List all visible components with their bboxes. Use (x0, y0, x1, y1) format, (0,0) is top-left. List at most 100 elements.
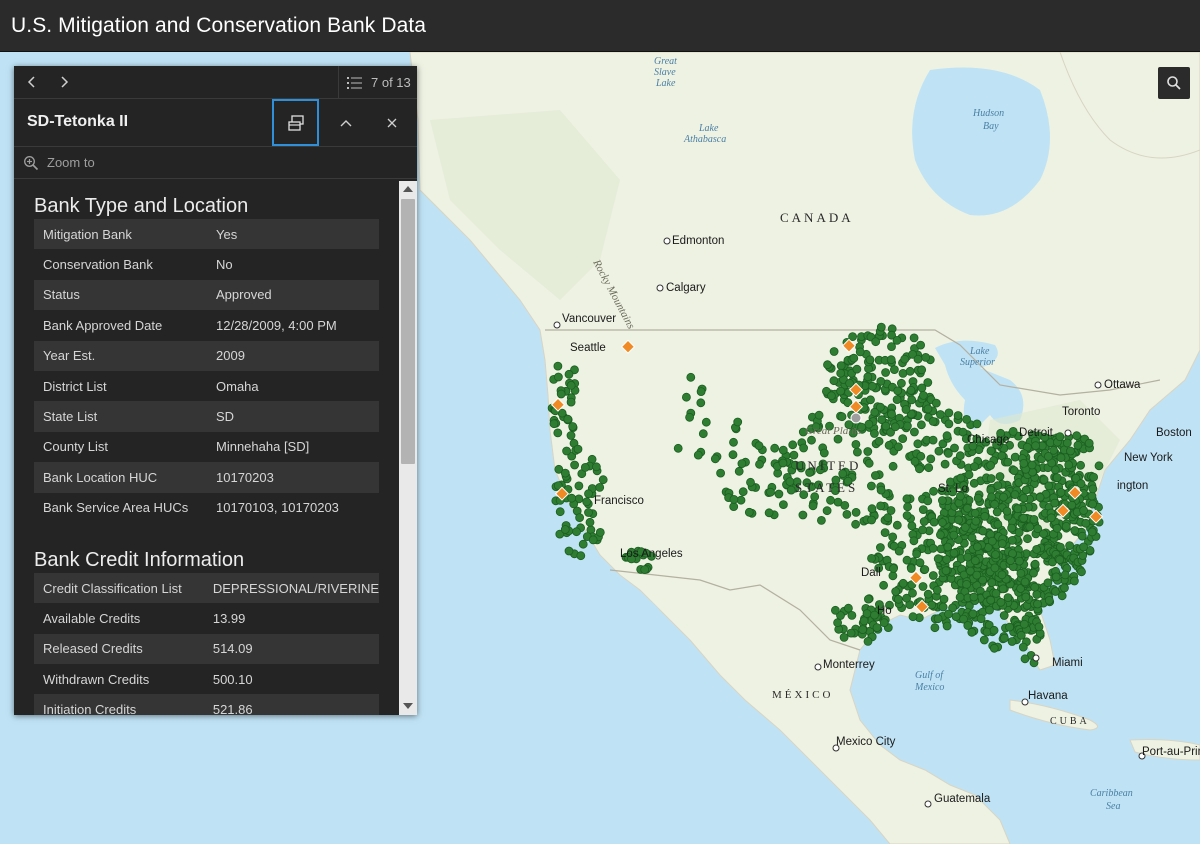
bank-point[interactable] (1052, 473, 1062, 483)
bank-point[interactable] (846, 628, 856, 638)
bank-point[interactable] (852, 364, 862, 374)
bank-point[interactable] (1050, 498, 1060, 508)
bank-point[interactable] (840, 500, 850, 510)
bank-point[interactable] (1062, 438, 1072, 448)
collapse-button[interactable] (334, 111, 358, 135)
bank-point[interactable] (930, 623, 940, 633)
bank-point[interactable] (917, 365, 927, 375)
bank-point[interactable] (936, 530, 945, 540)
bank-point[interactable] (932, 585, 942, 595)
bank-point[interactable] (944, 408, 954, 418)
bank-point[interactable] (836, 361, 846, 371)
bank-point[interactable] (876, 543, 885, 552)
bank-point[interactable] (987, 578, 997, 587)
bank-point[interactable] (897, 378, 906, 388)
bank-point[interactable] (1046, 513, 1056, 523)
bank-point[interactable] (931, 398, 941, 408)
bank-point[interactable] (887, 409, 896, 419)
bank-point[interactable] (578, 539, 588, 549)
bank-point[interactable] (970, 508, 980, 518)
bank-point[interactable] (696, 398, 706, 408)
bank-point[interactable] (1014, 528, 1024, 537)
popup-content[interactable]: Bank Type and Location Mitigation Bank Ye… (14, 181, 399, 715)
bank-point[interactable] (746, 477, 755, 487)
bank-point[interactable] (1051, 572, 1061, 582)
bank-point[interactable] (928, 435, 938, 445)
bank-point[interactable] (598, 475, 608, 485)
bank-point[interactable] (1088, 484, 1098, 494)
bank-point[interactable] (938, 602, 948, 612)
bank-point[interactable] (1057, 591, 1067, 601)
search-button[interactable] (1158, 67, 1190, 99)
bank-point[interactable] (1079, 542, 1088, 552)
bank-point[interactable] (871, 471, 880, 480)
bank-point[interactable] (1056, 487, 1066, 497)
bank-point[interactable] (944, 419, 954, 429)
bank-point[interactable] (1019, 493, 1029, 503)
bank-point[interactable] (770, 443, 780, 453)
bank-point[interactable] (554, 372, 563, 382)
bank-point[interactable] (729, 437, 738, 447)
bank-point[interactable] (890, 365, 899, 375)
bank-point[interactable] (910, 427, 919, 437)
bank-point[interactable] (595, 528, 605, 537)
bank-point[interactable] (566, 397, 576, 407)
bank-point[interactable] (851, 508, 861, 517)
bank-point[interactable] (1089, 472, 1098, 482)
bank-point[interactable] (879, 618, 889, 628)
bank-point[interactable] (909, 333, 919, 343)
bank-point[interactable] (1029, 568, 1038, 578)
bank-point[interactable] (900, 354, 910, 364)
bank-point[interactable] (1000, 633, 1009, 643)
bank-point[interactable] (894, 442, 903, 452)
bank-point[interactable] (889, 564, 898, 573)
bank-point[interactable] (880, 528, 890, 537)
bank-point[interactable] (942, 621, 952, 631)
bank-point[interactable] (640, 565, 650, 574)
bank-point[interactable] (963, 552, 973, 562)
dock-button[interactable] (272, 99, 319, 146)
bank-point[interactable] (733, 417, 743, 427)
bank-point[interactable] (764, 508, 774, 518)
bank-point[interactable] (955, 451, 965, 461)
bank-point[interactable] (592, 462, 601, 472)
bank-point[interactable] (1003, 457, 1013, 467)
bank-point[interactable] (996, 597, 1006, 607)
bank-point[interactable] (938, 518, 947, 527)
bank-point[interactable] (1003, 593, 1013, 602)
bank-point[interactable] (978, 526, 988, 536)
bank-point[interactable] (1019, 513, 1028, 523)
bank-point[interactable] (883, 513, 893, 523)
bank-point[interactable] (902, 511, 912, 520)
bank-point[interactable] (881, 368, 890, 377)
bank-point[interactable] (915, 558, 925, 568)
bank-point[interactable] (898, 578, 908, 588)
bank-point[interactable] (918, 525, 927, 535)
bank-point[interactable] (868, 381, 877, 391)
bank-point[interactable] (934, 446, 944, 456)
scroll-up-arrow[interactable] (403, 186, 413, 192)
bank-point[interactable] (729, 502, 739, 512)
bank-point[interactable] (989, 643, 999, 653)
bank-point[interactable] (1031, 441, 1040, 451)
bank-point[interactable] (923, 589, 933, 599)
bank-point[interactable] (1010, 490, 1020, 500)
bank-point[interactable] (894, 546, 904, 556)
bank-point[interactable] (973, 493, 983, 503)
bank-point[interactable] (1013, 504, 1023, 514)
bank-point[interactable] (987, 492, 996, 502)
bank-point[interactable] (584, 508, 593, 517)
popup-scrollbar[interactable] (399, 181, 417, 715)
bank-point[interactable] (851, 439, 861, 449)
bank-point[interactable] (949, 548, 959, 558)
bank-point[interactable] (888, 571, 898, 581)
bank-point[interactable] (858, 625, 868, 634)
bank-point[interactable] (955, 592, 965, 602)
bank-point[interactable] (778, 445, 788, 455)
bank-point[interactable] (903, 421, 912, 431)
bank-point[interactable] (1008, 426, 1018, 436)
bank-point[interactable] (923, 404, 933, 414)
bank-point[interactable] (755, 459, 764, 469)
bank-point[interactable] (928, 416, 938, 426)
bank-point[interactable] (1009, 466, 1019, 476)
